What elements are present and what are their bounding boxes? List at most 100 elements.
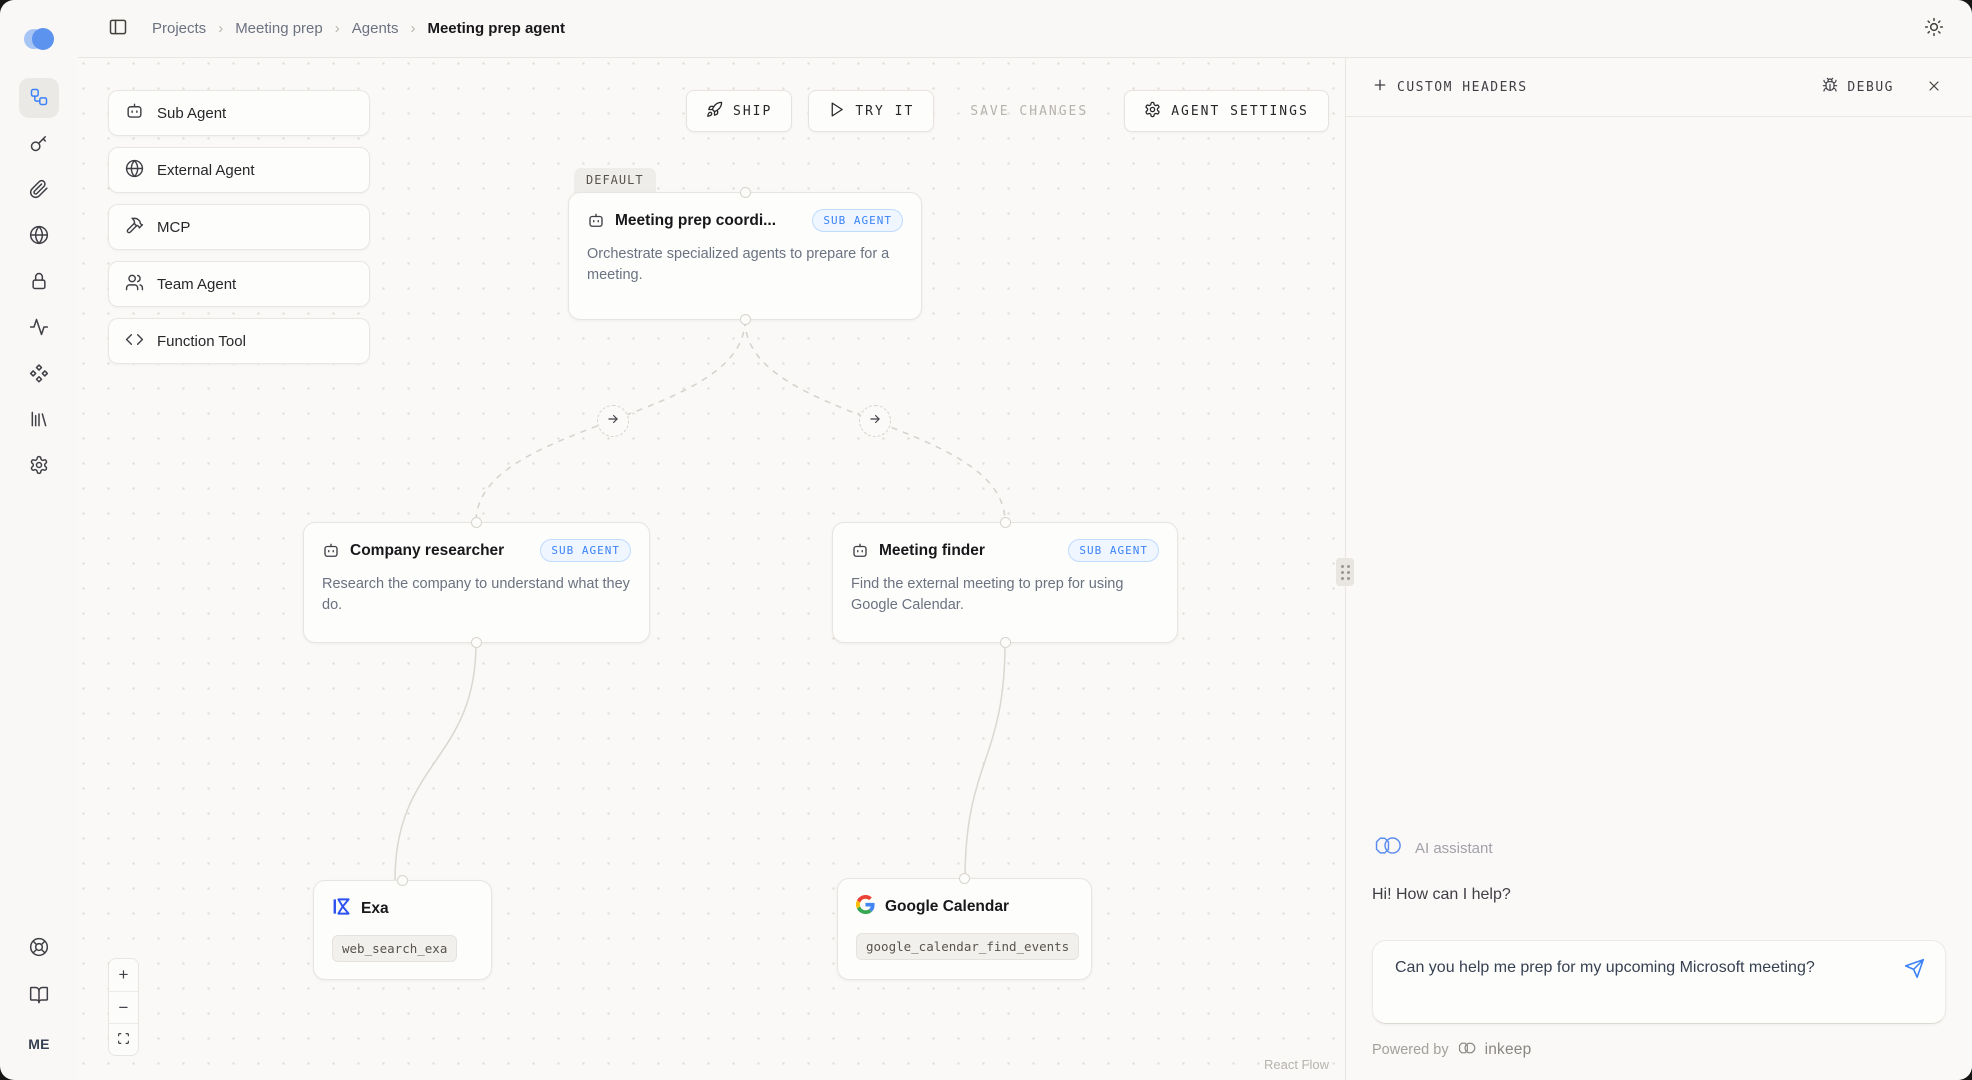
palette-item-label: Sub Agent — [157, 105, 226, 122]
custom-headers-button[interactable]: CUSTOM HEADERS — [1372, 77, 1528, 97]
chat-body: AI assistant Hi! How can I help? Can you… — [1346, 117, 1972, 1080]
edge-transfer-badge[interactable] — [597, 405, 629, 437]
palette-item-external-agent[interactable]: External Agent — [108, 147, 370, 193]
node-handle-top[interactable] — [471, 517, 482, 528]
palette-item-label: Team Agent — [157, 276, 236, 293]
sidebar-item-settings[interactable] — [19, 446, 59, 486]
node-meeting-prep-coordinator[interactable]: Meeting prep coordi... SUB AGENT Orchest… — [568, 192, 922, 320]
assistant-header: AI assistant — [1372, 835, 1946, 862]
panel-toggle-button[interactable] — [104, 13, 132, 44]
sidebar-item-agents[interactable] — [19, 78, 59, 118]
sub-agent-badge: SUB AGENT — [540, 539, 631, 562]
bug-icon — [1822, 77, 1838, 97]
breadcrumb-projects[interactable]: Projects — [152, 20, 206, 37]
globe-icon — [29, 225, 49, 248]
edge-transfer-badge[interactable] — [859, 405, 891, 437]
workflow-icon — [29, 87, 49, 110]
sidebar-item-credentials[interactable] — [19, 170, 59, 210]
breadcrumb-current: Meeting prep agent — [427, 20, 565, 37]
palette-item-function-tool[interactable]: Function Tool — [108, 318, 370, 364]
node-handle-bottom[interactable] — [1000, 637, 1011, 648]
node-google-calendar-tool[interactable]: Google Calendar google_calendar_find_eve… — [837, 878, 1092, 980]
docs-button[interactable] — [19, 976, 59, 1016]
sidebar-item-security[interactable] — [19, 262, 59, 302]
try-it-button[interactable]: TRY IT — [808, 90, 934, 132]
node-company-researcher[interactable]: Company researcher SUB AGENT Research th… — [303, 522, 650, 643]
theme-toggle-button[interactable] — [1920, 13, 1948, 44]
library-icon — [29, 409, 49, 432]
send-button[interactable] — [1902, 956, 1927, 984]
exa-logo — [332, 897, 351, 921]
user-menu-button[interactable]: ME — [19, 1024, 59, 1064]
hammer-icon — [125, 216, 144, 239]
node-handle-bottom[interactable] — [740, 314, 751, 325]
chat-panel-header: CUSTOM HEADERS DEBUG — [1346, 58, 1972, 117]
palette-item-sub-agent[interactable]: Sub Agent — [108, 90, 370, 136]
avatar: ME — [28, 1036, 50, 1052]
sub-agent-badge: SUB AGENT — [812, 209, 903, 232]
sidebar-item-external[interactable] — [19, 216, 59, 256]
sun-icon — [1924, 17, 1944, 40]
node-meeting-finder[interactable]: Meeting finder SUB AGENT Find the extern… — [832, 522, 1178, 643]
node-handle-top[interactable] — [1000, 517, 1011, 528]
panel-resize-handle[interactable] — [1336, 558, 1354, 586]
key-icon — [29, 133, 49, 156]
breadcrumb-separator: › — [218, 20, 223, 37]
bot-icon — [322, 542, 340, 560]
globe-icon — [125, 159, 144, 182]
sidebar-nav — [19, 78, 59, 486]
code-icon — [125, 330, 144, 353]
node-handle-top[interactable] — [740, 187, 751, 198]
react-flow-attribution[interactable]: React Flow — [1264, 1057, 1329, 1072]
bot-icon — [587, 212, 605, 230]
palette-item-label: MCP — [157, 219, 190, 236]
powered-by-link[interactable]: Powered by inkeep — [1372, 1040, 1946, 1060]
maximize-icon — [117, 1030, 130, 1050]
send-icon — [1904, 967, 1925, 982]
node-title: Meeting prep coordi... — [615, 212, 776, 230]
canvas-toolbar: SHIP TRY IT SAVE CHANGES AGENT SETTINGS — [686, 90, 1329, 132]
zoom-controls: + − — [108, 958, 139, 1056]
breadcrumb-separator: › — [410, 20, 415, 37]
zoom-in-button[interactable]: + — [109, 959, 138, 991]
sidebar-item-activity[interactable] — [19, 308, 59, 348]
plus-icon — [1372, 77, 1388, 97]
sidebar-item-library[interactable] — [19, 400, 59, 440]
node-title: Google Calendar — [885, 898, 1009, 916]
close-panel-button[interactable] — [1922, 74, 1946, 101]
zoom-out-button[interactable]: − — [109, 991, 138, 1023]
node-title: Exa — [361, 900, 389, 918]
help-button[interactable] — [19, 928, 59, 968]
palette-item-team-agent[interactable]: Team Agent — [108, 261, 370, 307]
chat-input[interactable]: Can you help me prep for my upcoming Mic… — [1395, 956, 1825, 1008]
node-description: Research the company to understand what … — [322, 574, 631, 616]
lock-icon — [29, 271, 49, 294]
debug-button[interactable]: DEBUG — [1822, 77, 1894, 97]
arrow-right-icon — [868, 412, 882, 431]
arrow-right-icon — [606, 412, 620, 431]
panel-left-icon — [108, 17, 128, 40]
fit-view-button[interactable] — [109, 1023, 138, 1055]
sidebar-item-keys[interactable] — [19, 124, 59, 164]
breadcrumb: Projects › Meeting prep › Agents › Meeti… — [152, 20, 565, 37]
chat-input-card: Can you help me prep for my upcoming Mic… — [1372, 940, 1946, 1024]
flow-canvas[interactable]: Sub Agent External Agent MCP Team Agent — [78, 58, 1345, 1080]
node-handle-bottom[interactable] — [471, 637, 482, 648]
book-open-icon — [29, 985, 49, 1008]
save-changes-button[interactable]: SAVE CHANGES — [950, 90, 1108, 132]
node-handle-top[interactable] — [959, 873, 970, 884]
node-description: Orchestrate specialized agents to prepar… — [587, 244, 903, 286]
tool-name-pill: google_calendar_find_events — [856, 933, 1079, 960]
node-exa-tool[interactable]: Exa web_search_exa — [313, 880, 492, 980]
breadcrumb-project[interactable]: Meeting prep — [235, 20, 323, 37]
breadcrumb-agents[interactable]: Agents — [352, 20, 399, 37]
assistant-name: AI assistant — [1415, 840, 1493, 857]
palette-item-mcp[interactable]: MCP — [108, 204, 370, 250]
agent-settings-button[interactable]: AGENT SETTINGS — [1124, 90, 1329, 132]
google-logo — [856, 895, 875, 919]
palette-item-label: External Agent — [157, 162, 255, 179]
node-handle-top[interactable] — [397, 875, 408, 886]
ship-button[interactable]: SHIP — [686, 90, 792, 132]
users-icon — [125, 273, 144, 296]
sidebar-item-components[interactable] — [19, 354, 59, 394]
